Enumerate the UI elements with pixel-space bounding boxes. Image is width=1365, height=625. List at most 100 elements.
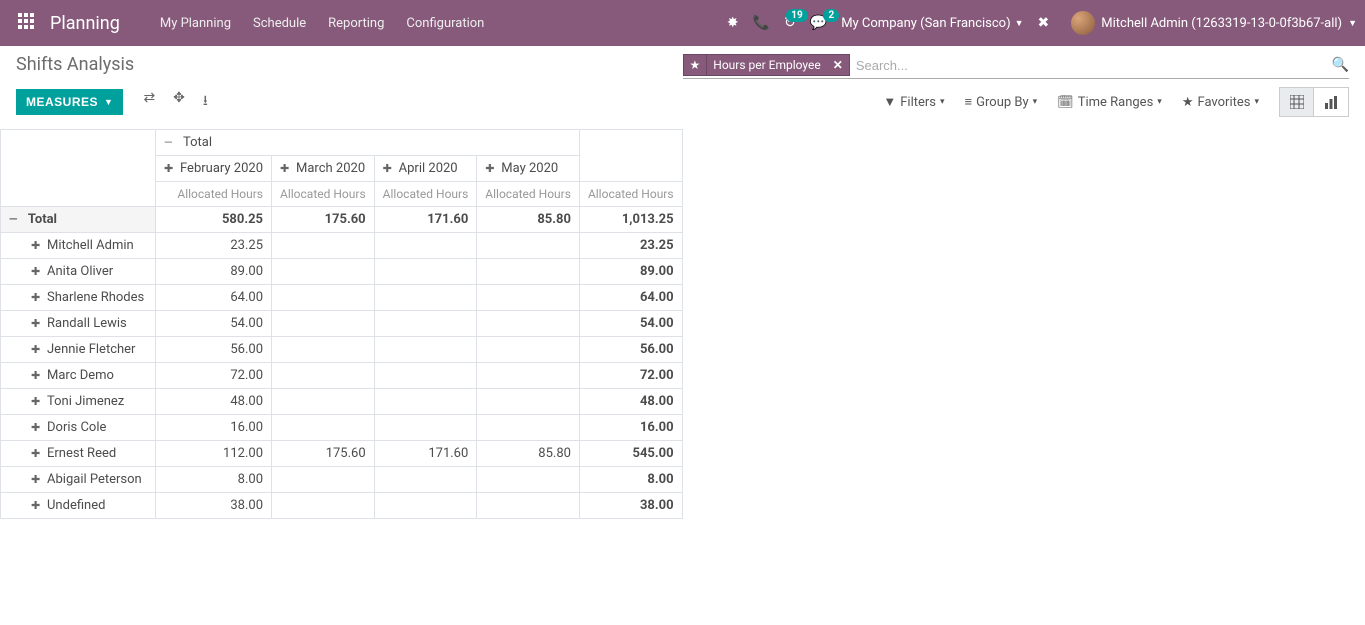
nav-link-myplanning[interactable]: My Planning: [160, 16, 231, 31]
row-header[interactable]: ✚Randall Lewis: [1, 311, 156, 337]
chat-icon[interactable]: 💬 2: [810, 15, 827, 31]
cell: [272, 233, 375, 259]
view-graph-button[interactable]: [1314, 88, 1348, 116]
row-header[interactable]: ✚Toni Jimenez: [1, 389, 156, 415]
user-menu[interactable]: Mitchell Admin (1263319-13-0-0f3b67-all)…: [1071, 11, 1357, 35]
cell: 23.25: [156, 233, 272, 259]
cell: 8.00: [156, 467, 272, 493]
cell: [477, 285, 580, 311]
measure-label: Allocated Hours: [579, 182, 682, 207]
bug-icon[interactable]: ✸: [727, 15, 739, 31]
table-row[interactable]: ✚Randall Lewis54.0054.00: [1, 311, 683, 337]
search-bar[interactable]: ★ Hours per Employee ✕ 🔍: [683, 54, 1350, 79]
row-header[interactable]: ✚Sharlene Rhodes: [1, 285, 156, 311]
col-total-header[interactable]: — Total: [156, 130, 580, 156]
nav-menu: My Planning Schedule Reporting Configura…: [160, 16, 485, 31]
flip-axis-icon[interactable]: ⇄: [143, 90, 155, 114]
tools-icon[interactable]: ✖: [1038, 15, 1050, 31]
table-row[interactable]: ✚Doris Cole16.0016.00: [1, 415, 683, 441]
row-header[interactable]: ✚Ernest Reed: [1, 441, 156, 467]
cell-total: 1,013.25: [579, 207, 682, 233]
view-pivot-button[interactable]: [1280, 88, 1314, 116]
row-header[interactable]: ✚Mitchell Admin: [1, 233, 156, 259]
cell: [374, 233, 477, 259]
filters-dropdown[interactable]: ▼ Filters ▾: [883, 94, 944, 110]
cell: [477, 363, 580, 389]
phone-icon[interactable]: 📞: [753, 15, 770, 31]
table-row[interactable]: ✚Anita Oliver89.0089.00: [1, 259, 683, 285]
clock-icon[interactable]: ↻ 19: [784, 15, 796, 31]
timeranges-dropdown[interactable]: 🗓 Time Ranges ▾: [1057, 95, 1162, 110]
row-name: Sharlene Rhodes: [47, 290, 144, 305]
cell: [374, 493, 477, 519]
company-switcher[interactable]: My Company (San Francisco) ▼: [841, 16, 1023, 31]
table-row[interactable]: ✚Marc Demo72.0072.00: [1, 363, 683, 389]
search-input[interactable]: [850, 55, 1332, 76]
cell: 171.60: [374, 441, 477, 467]
row-header[interactable]: ✚Marc Demo: [1, 363, 156, 389]
row-name: Anita Oliver: [47, 264, 113, 279]
plus-icon: ✚: [485, 162, 495, 175]
expand-icon[interactable]: ✥: [173, 90, 185, 114]
cell-total: 23.25: [579, 233, 682, 259]
minus-icon: —: [9, 213, 19, 226]
cell-total: 38.00: [579, 493, 682, 519]
row-name: Mitchell Admin: [47, 238, 134, 253]
month-label: March 2020: [296, 161, 365, 176]
col-month-header[interactable]: ✚March 2020: [272, 156, 375, 182]
cell: [477, 233, 580, 259]
groupby-dropdown[interactable]: ≡ Group By ▾: [965, 94, 1038, 110]
cell: [477, 259, 580, 285]
measure-label: Allocated Hours: [374, 182, 477, 207]
col-month-header[interactable]: ✚April 2020: [374, 156, 477, 182]
facet-remove[interactable]: ✕: [827, 55, 849, 75]
favorites-dropdown[interactable]: ★ Favorites ▾: [1182, 95, 1259, 110]
table-row[interactable]: ✚Toni Jimenez48.0048.00: [1, 389, 683, 415]
cell: [272, 259, 375, 285]
cell-total: 16.00: [579, 415, 682, 441]
star-icon: ★: [1182, 95, 1194, 110]
table-row[interactable]: ✚Abigail Peterson8.008.00: [1, 467, 683, 493]
row-header[interactable]: ✚Undefined: [1, 493, 156, 519]
cell: [374, 467, 477, 493]
col-month-header[interactable]: ✚February 2020: [156, 156, 272, 182]
table-row[interactable]: ✚Jennie Fletcher56.0056.00: [1, 337, 683, 363]
facet-text: Hours per Employee: [707, 55, 826, 75]
pivot-table: — Total ✚February 2020 ✚March 2020 ✚Apri…: [0, 129, 683, 519]
apps-icon[interactable]: [8, 13, 44, 33]
cell: [272, 415, 375, 441]
app-brand[interactable]: Planning: [50, 13, 120, 34]
nav-link-schedule[interactable]: Schedule: [253, 16, 306, 31]
row-total-header[interactable]: — Total: [1, 207, 156, 233]
avatar: [1071, 11, 1095, 35]
top-navbar: Planning My Planning Schedule Reporting …: [0, 0, 1365, 46]
table-row[interactable]: ✚Undefined38.0038.00: [1, 493, 683, 519]
table-row[interactable]: ✚Sharlene Rhodes64.0064.00: [1, 285, 683, 311]
plus-icon: ✚: [31, 473, 41, 486]
cell: [374, 285, 477, 311]
row-header[interactable]: ✚Jennie Fletcher: [1, 337, 156, 363]
cell-total: 64.00: [579, 285, 682, 311]
row-header[interactable]: ✚Doris Cole: [1, 415, 156, 441]
row-name: Jennie Fletcher: [47, 342, 135, 357]
search-icon[interactable]: 🔍: [1332, 57, 1349, 73]
download-icon[interactable]: ⭳: [203, 90, 208, 114]
plus-icon: ✚: [164, 162, 174, 175]
col-total-label: Total: [183, 135, 212, 150]
col-month-header[interactable]: ✚May 2020: [477, 156, 580, 182]
row-total[interactable]: — Total 580.25 175.60 171.60 85.80 1,013…: [1, 207, 683, 233]
table-row[interactable]: ✚Ernest Reed112.00175.60171.6085.80545.0…: [1, 441, 683, 467]
cell: [477, 311, 580, 337]
nav-link-reporting[interactable]: Reporting: [328, 16, 384, 31]
row-header[interactable]: ✚Anita Oliver: [1, 259, 156, 285]
measures-button[interactable]: MEASURES ▼: [16, 89, 123, 115]
plus-icon: ✚: [31, 447, 41, 460]
cell: [477, 415, 580, 441]
cell: 64.00: [156, 285, 272, 311]
minus-icon: —: [164, 136, 174, 149]
row-header[interactable]: ✚Abigail Peterson: [1, 467, 156, 493]
nav-link-configuration[interactable]: Configuration: [406, 16, 484, 31]
cell-total: 54.00: [579, 311, 682, 337]
cell: [477, 337, 580, 363]
table-row[interactable]: ✚Mitchell Admin23.2523.25: [1, 233, 683, 259]
